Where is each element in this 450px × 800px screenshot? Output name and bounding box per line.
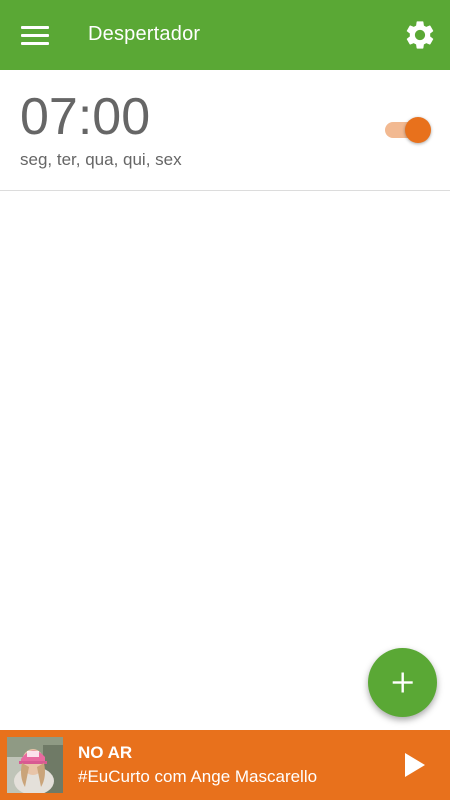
alarm-time: 07:00 — [20, 88, 151, 146]
page-title: Despertador — [88, 23, 201, 45]
radio-player-bar[interactable]: NO AR #EuCurto com Ange Mascarello — [0, 730, 450, 800]
player-status: NO AR — [78, 743, 133, 762]
play-icon[interactable] — [400, 750, 430, 780]
gear-icon[interactable] — [403, 18, 437, 52]
alarm-toggle[interactable] — [385, 117, 431, 143]
plus-icon — [392, 672, 413, 693]
alarm-days: seg, ter, qua, qui, sex — [20, 150, 182, 169]
app-bar: Despertador — [0, 0, 450, 70]
add-alarm-button[interactable] — [368, 648, 437, 717]
alarm-item[interactable]: 07:00 seg, ter, qua, qui, sex — [0, 70, 450, 191]
player-show-title: #EuCurto com Ange Mascarello — [78, 767, 318, 786]
hamburger-menu-icon[interactable] — [21, 26, 49, 46]
toggle-thumb — [405, 117, 431, 143]
app-screen: Despertador 07:00 seg, ter, qua, qui, se… — [0, 0, 450, 800]
show-thumbnail — [7, 737, 63, 793]
